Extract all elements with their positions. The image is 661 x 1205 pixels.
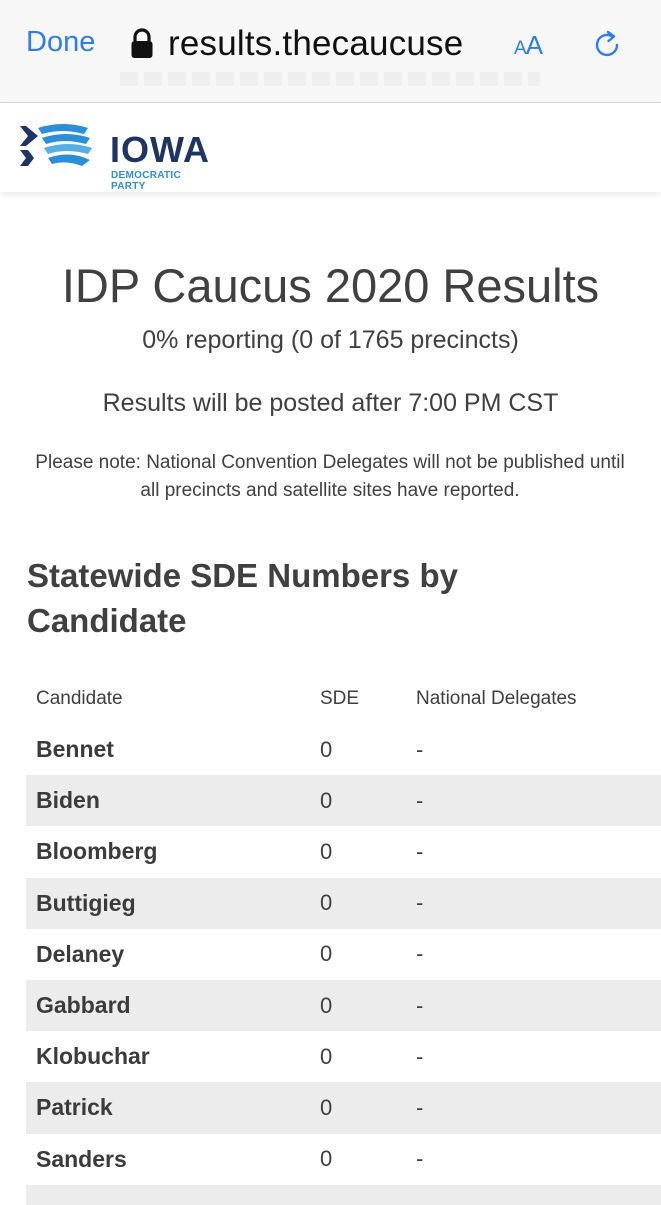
delegates-value: -	[416, 890, 424, 916]
table-row: Gabbard 0 -	[26, 979, 661, 1032]
url-text: results.thecaucuse	[168, 24, 464, 63]
sde-value: 0	[320, 838, 333, 864]
candidate-name: Bloomberg	[36, 838, 158, 865]
sde-value: 0	[320, 992, 333, 1018]
table-row: Patrick 0 -	[26, 1082, 661, 1134]
delegates-value: -	[416, 941, 424, 967]
table-row: Klobuchar 0 -	[26, 1031, 661, 1082]
header-candidate: Candidate	[36, 688, 123, 709]
delegates-note: Please note: National Convention Delegat…	[35, 452, 625, 501]
candidate-name: Bennet	[36, 736, 114, 763]
table-row: Bennet 0 -	[26, 724, 661, 775]
table-row: Buttigieg 0 -	[26, 877, 661, 929]
section-title: Statewide SDE Numbers by Candidate	[27, 557, 458, 639]
results-table: Candidate SDE National Delegates Bennet …	[26, 674, 661, 1205]
logo-subtitle: DEMOCRATIC PARTY	[111, 170, 182, 192]
posting-time-notice: Results will be posted after 7:00 PM CST	[102, 389, 559, 417]
candidate-name: Gabbard	[36, 992, 131, 1019]
header-national-delegates: National Delegates	[416, 688, 577, 709]
table-header: Candidate SDE National Delegates	[26, 674, 661, 724]
sde-value: 0	[320, 736, 333, 762]
table-row-partial	[26, 1184, 661, 1205]
candidate-name: Delaney	[36, 940, 125, 967]
done-button[interactable]: Done	[26, 26, 95, 59]
delegates-value: -	[416, 736, 424, 762]
delegates-value: -	[416, 992, 424, 1018]
text-size-large-glyph: A	[525, 30, 543, 60]
candidate-name: Klobuchar	[36, 1043, 150, 1070]
text-size-small-glyph: A	[514, 38, 527, 59]
reload-icon[interactable]	[591, 28, 625, 62]
table-row: Bloomberg 0 -	[26, 826, 661, 877]
faint-address-strip	[120, 72, 540, 86]
sde-value: 0	[320, 941, 333, 967]
candidate-name: Biden	[36, 787, 100, 814]
page-title: IDP Caucus 2020 Results	[61, 259, 600, 312]
iowa-map-logo	[20, 124, 92, 166]
delegates-value: -	[416, 1094, 424, 1120]
logo-wordmark: IOWA	[110, 129, 210, 170]
candidate-name: Patrick	[36, 1094, 113, 1121]
sde-value: 0	[320, 1043, 333, 1069]
delegates-value: -	[416, 1146, 424, 1172]
candidate-name: Buttigieg	[36, 889, 136, 916]
reporting-status: 0% reporting (0 of 1765 precincts)	[142, 326, 519, 354]
table-row: Biden 0 -	[26, 775, 661, 827]
sde-value: 0	[320, 1094, 333, 1120]
lock-icon	[131, 28, 153, 58]
sde-value: 0	[320, 787, 333, 813]
candidate-name: Sanders	[36, 1145, 127, 1172]
sde-value: 0	[320, 890, 333, 916]
delegates-value: -	[416, 787, 424, 813]
delegates-value: -	[416, 1043, 424, 1069]
table-row: Delaney 0 -	[26, 929, 661, 980]
text-size-button[interactable]: AA	[514, 30, 543, 61]
sde-value: 0	[320, 1146, 333, 1172]
browser-toolbar: Done results.thecaucuse AA	[0, 0, 661, 103]
delegates-value: -	[416, 838, 424, 864]
table-row: Sanders 0 -	[26, 1134, 661, 1185]
header-sde: SDE	[320, 688, 360, 709]
address-bar[interactable]: results.thecaucuse	[130, 22, 496, 66]
site-header: IOWA DEMOCRATIC PARTY	[0, 104, 661, 192]
iowa-democratic-party-logo[interactable]: IOWA DEMOCRATIC PARTY	[18, 120, 218, 192]
